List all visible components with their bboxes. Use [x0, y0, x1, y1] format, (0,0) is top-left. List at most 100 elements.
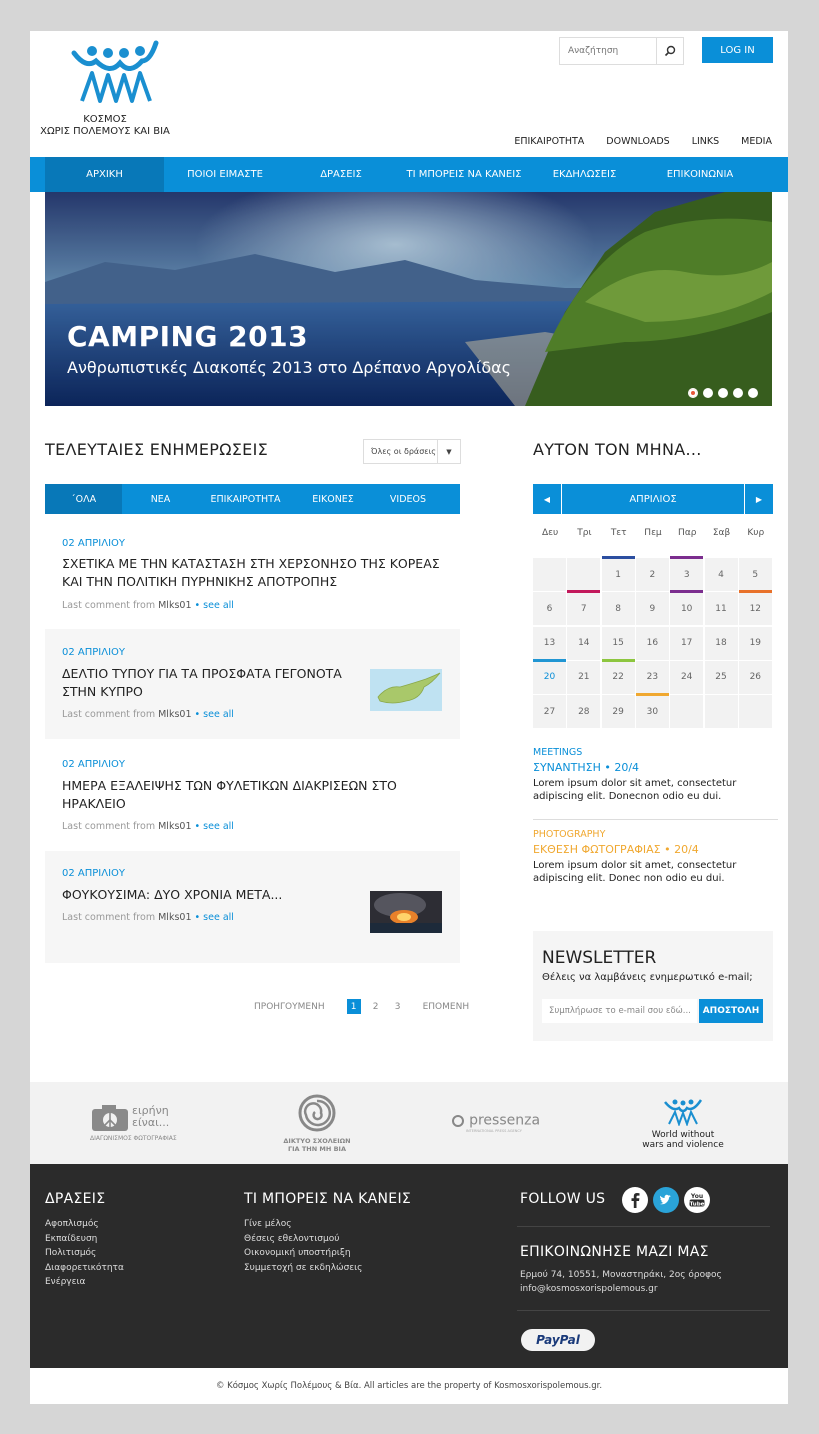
- post-title[interactable]: ΦΟΥΚΟΥΣΙΜΑ: ΔΥΟ ΧΡΟΝΙΑ ΜΕΤΑ...: [62, 886, 352, 904]
- toplink-epikairotita[interactable]: ΕΠΙΚΑΙΡΟΤΗΤΑ: [514, 136, 584, 147]
- calendar-day[interactable]: 6: [533, 592, 566, 626]
- calendar-day[interactable]: 26: [738, 660, 772, 694]
- paypal-button[interactable]: PayPal: [521, 1329, 595, 1351]
- partner-schools-network[interactable]: ΔΙΚΤΥΟ ΣΧΟΛΕΙΩΝ ΓΙΑ ΤΗΝ ΜΗ ΒΙΑ: [277, 1093, 357, 1153]
- cyprus-map-thumbnail[interactable]: [370, 669, 442, 711]
- calendar-day[interactable]: 1: [601, 556, 635, 591]
- footer-link[interactable]: Συμμετοχή σε εκδηλώσεις: [244, 1261, 362, 1276]
- calendar-day[interactable]: 30: [635, 693, 669, 729]
- calendar-day[interactable]: 7: [567, 590, 601, 626]
- partner-world-without-wars[interactable]: World without wars and violence: [638, 1096, 728, 1150]
- nav-item-events[interactable]: ΕΚΔΗΛΩΣΕΙΣ: [532, 157, 637, 192]
- calendar-day[interactable]: 23: [635, 660, 669, 694]
- footer-link[interactable]: Ενέργεια: [45, 1275, 124, 1290]
- slider-dot[interactable]: [733, 388, 743, 398]
- calendar-prev-button[interactable]: ◀: [533, 484, 562, 514]
- toplink-downloads[interactable]: DOWNLOADS: [606, 136, 669, 147]
- contact-email[interactable]: info@kosmosxorispolemous.gr: [520, 1283, 722, 1297]
- calendar-day[interactable]: 2: [635, 558, 669, 591]
- calendar-day[interactable]: 8: [601, 592, 635, 626]
- nav-item-actions[interactable]: ΔΡΑΣΕΙΣ: [286, 157, 396, 192]
- tab-all[interactable]: ΄ΟΛΑ: [45, 484, 122, 514]
- slider-dot[interactable]: [748, 388, 758, 398]
- calendar-day[interactable]: 19: [738, 626, 772, 660]
- calendar-day[interactable]: 25: [704, 660, 738, 694]
- calendar-day[interactable]: 27: [533, 695, 566, 729]
- actions-filter-select[interactable]: Όλες οι δράσεις ▼: [363, 439, 461, 464]
- footer-link[interactable]: Αφοπλισμός: [45, 1217, 124, 1232]
- calendar-day[interactable]: 10: [670, 590, 704, 626]
- footer-link[interactable]: Διαφορετικότητα: [45, 1261, 124, 1276]
- search-input[interactable]: [560, 39, 666, 63]
- nav-item-about[interactable]: ΠΟΙΟΙ ΕΙΜΑΣΤΕ: [164, 157, 286, 192]
- footer-link[interactable]: Θέσεις εθελοντισμού: [244, 1232, 362, 1247]
- event-title[interactable]: ΕΚΘΕΣΗ ΦΩΤΟΓΡΑΦΙΑΣ • 20/4: [533, 843, 778, 856]
- pager-page-3[interactable]: 3: [391, 999, 405, 1014]
- calendar-day[interactable]: 9: [635, 592, 669, 626]
- footer-link[interactable]: Πολιτισμός: [45, 1246, 124, 1261]
- footer-link[interactable]: Εκπαίδευση: [45, 1232, 124, 1247]
- calendar-next-button[interactable]: ▶: [744, 484, 773, 514]
- logo[interactable]: [66, 39, 166, 107]
- calendar-day[interactable]: 3: [670, 556, 704, 591]
- calendar-day[interactable]: 18: [704, 626, 738, 660]
- calendar-day[interactable]: 15: [601, 626, 635, 660]
- footer-link[interactable]: Οικονομική υποστήριξη: [244, 1246, 362, 1261]
- toplink-media[interactable]: MEDIA: [741, 136, 772, 147]
- tab-news[interactable]: ΝΕΑ: [122, 484, 199, 514]
- fukushima-fire-thumbnail[interactable]: [370, 891, 442, 933]
- calendar-day[interactable]: 13: [533, 626, 566, 660]
- toplink-links[interactable]: LINKS: [692, 136, 719, 147]
- calendar-day[interactable]: 14: [567, 626, 601, 660]
- see-all-link[interactable]: • see all: [195, 600, 234, 611]
- nav-item-contact[interactable]: ΕΠΙΚΟΙΝΩΝΙΑ: [637, 157, 763, 192]
- calendar-day[interactable]: 12: [738, 590, 772, 626]
- post-title[interactable]: ΣΧΕΤΙΚΑ ΜΕ ΤΗΝ ΚΑΤΑΣΤΑΣΗ ΣΤΗ ΧΕΡΣΟΝΗΣΟ Τ…: [62, 555, 442, 591]
- calendar-day[interactable]: 17: [670, 626, 704, 660]
- calendar-day[interactable]: 16: [635, 626, 669, 660]
- newsletter-email-field[interactable]: Συμπλήρωσε το e-mail σου εδώ...: [542, 999, 697, 1023]
- pager-page-2[interactable]: 2: [369, 999, 383, 1014]
- newsletter-submit-button[interactable]: ΑΠΟΣΤΟΛΗ: [699, 999, 763, 1023]
- post-title[interactable]: ΔΕΛΤΙΟ ΤΥΠΟΥ ΓΙΑ ΤΑ ΠΡΟΣΦΑΤΑ ΓΕΓΟΝΟΤΑ ΣΤ…: [62, 665, 352, 701]
- meta-user[interactable]: Mlks01: [158, 821, 191, 832]
- slider-dot[interactable]: [703, 388, 713, 398]
- calendar-day[interactable]: 28: [567, 695, 601, 729]
- twitter-icon[interactable]: [653, 1187, 679, 1213]
- footer-link[interactable]: Γίνε μέλος: [244, 1217, 362, 1232]
- hero-slider[interactable]: CAMPING 2013 Ανθρωπιστικές Διακοπές 2013…: [45, 192, 772, 406]
- calendar-day[interactable]: 22: [601, 658, 635, 694]
- tab-current-affairs[interactable]: ΕΠΙΚΑΙΡΟΤΗΤΑ: [199, 484, 292, 514]
- slider-dot[interactable]: [718, 388, 728, 398]
- nav-item-home[interactable]: ΑΡΧΙΚΗ: [45, 157, 164, 192]
- see-all-link[interactable]: • see all: [195, 821, 234, 832]
- event-title[interactable]: ΣΥΝΑΝΤΗΣΗ • 20/4: [533, 761, 778, 774]
- see-all-link[interactable]: • see all: [195, 912, 234, 923]
- meta-user[interactable]: Mlks01: [158, 912, 191, 923]
- login-button[interactable]: LOG IN: [702, 37, 773, 63]
- calendar-day[interactable]: 4: [704, 558, 738, 591]
- nav-item-what-you-can-do[interactable]: ΤΙ ΜΠΟΡΕΙΣ ΝΑ ΚΑΝΕΙΣ: [396, 157, 532, 192]
- tab-images[interactable]: ΕΙΚΟΝΕΣ: [292, 484, 374, 514]
- tab-videos[interactable]: VIDEOS: [374, 484, 442, 514]
- calendar-day[interactable]: 20: [533, 658, 566, 694]
- meta-user[interactable]: Mlks01: [158, 600, 191, 611]
- pager-page-1[interactable]: 1: [346, 999, 361, 1014]
- see-all-link[interactable]: • see all: [195, 709, 234, 720]
- calendar-day[interactable]: 21: [567, 660, 601, 694]
- calendar-day[interactable]: 5: [738, 558, 772, 591]
- pager-next[interactable]: ΕΠΟΜΕΝΗ: [423, 1002, 470, 1012]
- partner-pressenza[interactable]: pressenza INTERNATIONAL PRESS AGENCY: [452, 1110, 552, 1133]
- calendar-day[interactable]: 29: [601, 695, 635, 729]
- search-button[interactable]: [656, 38, 683, 64]
- calendar-day[interactable]: 24: [670, 660, 704, 694]
- post-title[interactable]: ΗΜΕΡΑ ΕΞΑΛΕΙΨΗΣ ΤΩΝ ΦΥΛΕΤΙΚΩΝ ΔΙΑΚΡΙΣΕΩΝ…: [62, 777, 442, 813]
- meta-user[interactable]: Mlks01: [158, 709, 191, 720]
- facebook-icon[interactable]: [622, 1187, 648, 1213]
- event-1[interactable]: MEETINGS ΣΥΝΑΝΤΗΣΗ • 20/4 Lorem ipsum do…: [533, 747, 778, 803]
- event-2[interactable]: PHOTOGRAPHY ΕΚΘΕΣΗ ΦΩΤΟΓΡΑΦΙΑΣ • 20/4 Lo…: [533, 829, 778, 885]
- slider-dot-active[interactable]: [688, 388, 698, 398]
- pager-prev[interactable]: ΠΡΟΗΓΟΥΜΕΝΗ: [254, 1002, 325, 1012]
- calendar-day[interactable]: 11: [704, 592, 738, 626]
- youtube-icon[interactable]: You Tube: [684, 1187, 710, 1213]
